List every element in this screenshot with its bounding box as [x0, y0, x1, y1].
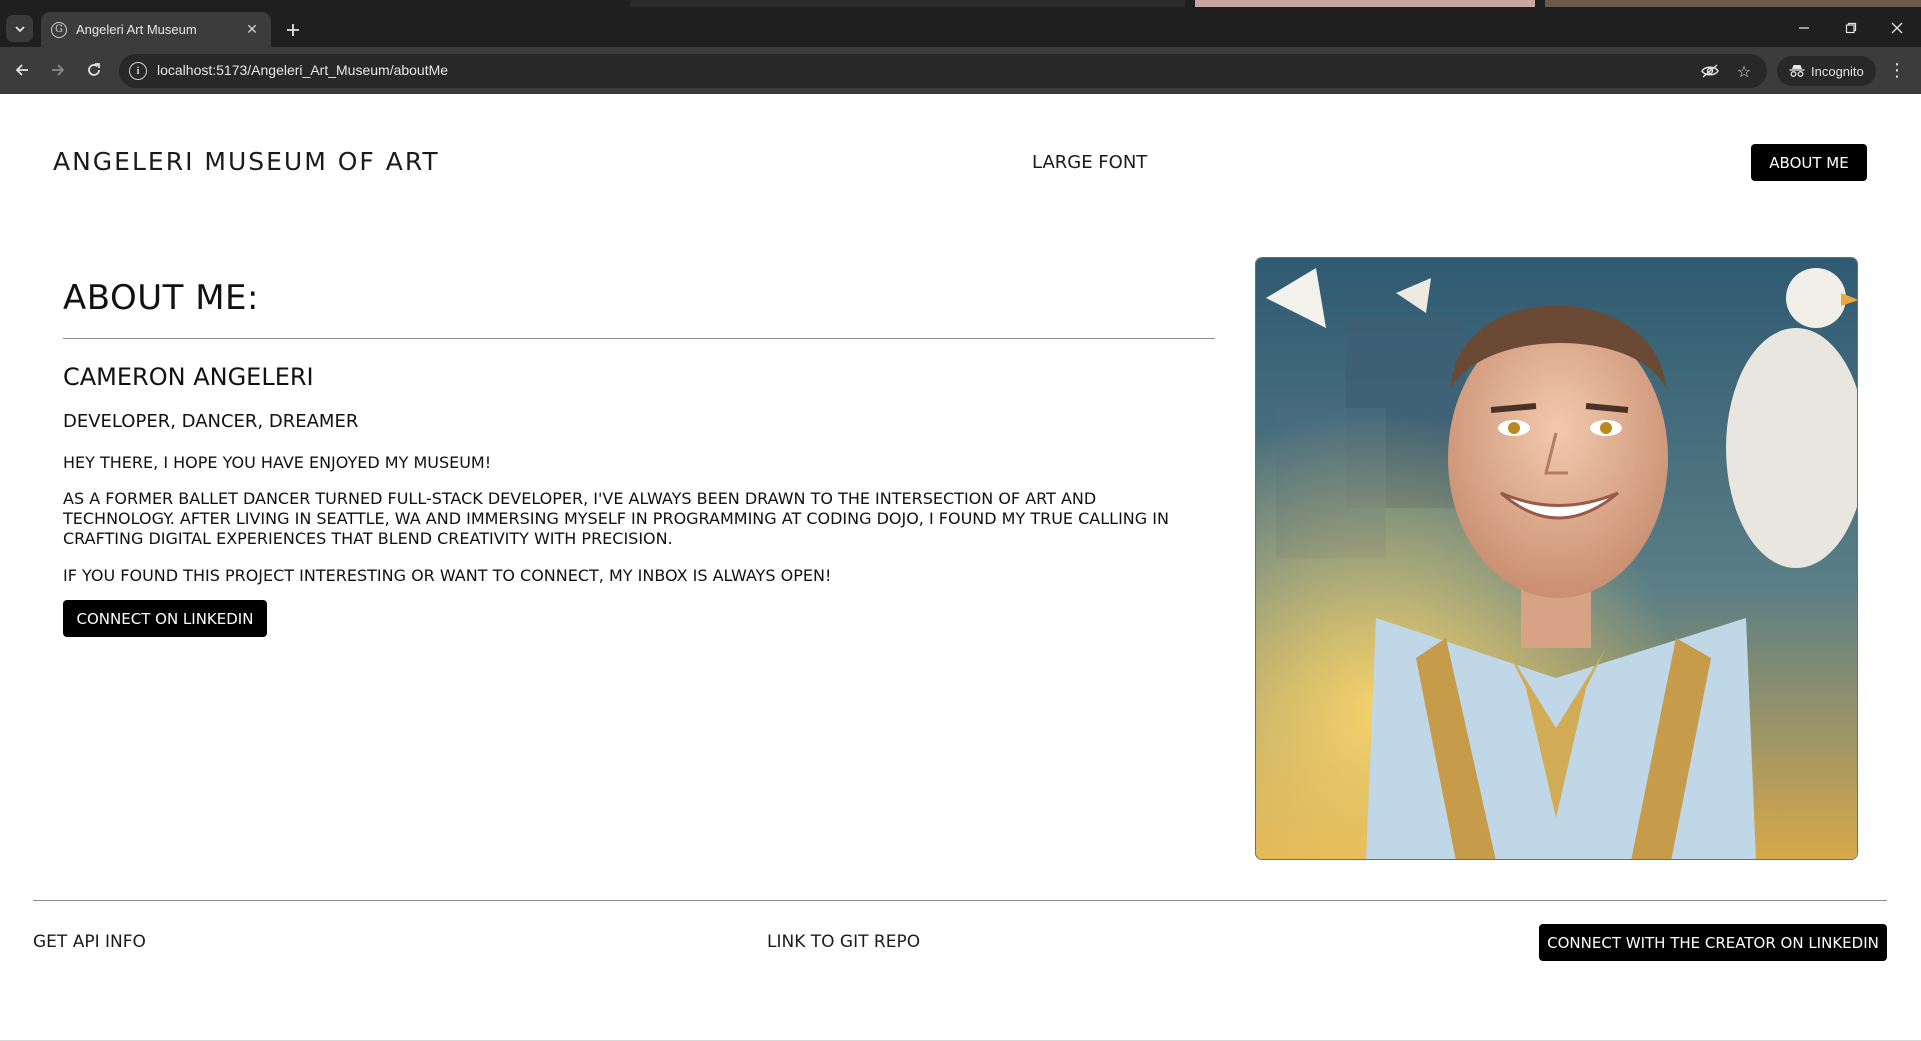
page-title: ABOUT ME:	[63, 278, 259, 318]
tab-bar: G Angeleri Art Museum ✕	[0, 7, 1921, 47]
minimize-button[interactable]	[1784, 17, 1824, 39]
favicon-icon: G	[51, 21, 67, 38]
tagline: DEVELOPER, DANCER, DREAMER	[63, 411, 359, 432]
divider	[63, 338, 1215, 339]
about-me-button[interactable]: ABOUT ME	[1751, 144, 1867, 181]
portrait-illustration	[1256, 258, 1857, 859]
api-info-link[interactable]: GET API INFO	[33, 932, 146, 952]
connect-text: IF YOU FOUND THIS PROJECT INTERESTING OR…	[63, 566, 832, 585]
strip-thumbnail	[1545, 0, 1921, 7]
new-tab-button[interactable]	[282, 19, 304, 41]
arrow-right-icon	[52, 64, 65, 76]
browser-toolbar: i localhost:5173/Angeleri_Art_Museum/abo…	[0, 47, 1921, 94]
info-icon[interactable]: i	[129, 62, 147, 80]
back-button[interactable]	[9, 57, 35, 83]
greeting-text: HEY THERE, I HOPE YOU HAVE ENJOYED MY MU…	[63, 453, 492, 472]
author-name: CAMERON ANGELERI	[63, 363, 314, 391]
creator-linkedin-button[interactable]: CONNECT WITH THE CREATOR ON LINKEDIN	[1539, 924, 1887, 961]
tab-search-button[interactable]	[6, 15, 33, 42]
strip-thumbnail	[630, 0, 1185, 7]
tab-title: Angeleri Art Museum	[76, 22, 197, 37]
reload-button[interactable]	[81, 57, 107, 83]
plus-icon	[287, 24, 299, 36]
close-icon	[1891, 22, 1903, 34]
profile-portrait	[1255, 257, 1858, 860]
url-text[interactable]: localhost:5173/Angeleri_Art_Museum/about…	[157, 62, 448, 78]
more-vertical-icon[interactable]: ⋮	[1886, 57, 1908, 83]
site-title[interactable]: ANGELERI MUSEUM OF ART	[53, 147, 440, 176]
address-bar[interactable]: i localhost:5173/Angeleri_Art_Museum/abo…	[119, 54, 1767, 88]
arrow-left-icon	[15, 64, 28, 76]
window-top-strip	[0, 0, 1921, 7]
forward-button[interactable]	[45, 57, 71, 83]
site-header: ANGELERI MUSEUM OF ART LARGE FONT ABOUT …	[0, 94, 1921, 234]
star-icon[interactable]: ☆	[1733, 61, 1755, 81]
strip-thumbnail	[1195, 0, 1535, 7]
tab-active[interactable]: G Angeleri Art Museum ✕	[41, 12, 271, 47]
large-font-toggle[interactable]: LARGE FONT	[1032, 152, 1147, 173]
restore-icon	[1845, 22, 1857, 34]
connect-linkedin-button[interactable]: CONNECT ON LINKEDIN	[63, 600, 267, 637]
close-window-button[interactable]	[1877, 17, 1917, 39]
git-repo-link[interactable]: LINK TO GIT REPO	[767, 932, 920, 952]
footer-divider	[33, 900, 1887, 901]
chevron-down-icon	[14, 25, 25, 32]
reload-icon	[88, 63, 100, 76]
close-icon[interactable]: ✕	[243, 22, 261, 38]
eye-off-icon[interactable]	[1699, 61, 1721, 81]
incognito-icon	[1789, 65, 1805, 77]
minimize-icon	[1799, 27, 1809, 29]
restore-button[interactable]	[1831, 17, 1871, 39]
page-content: ANGELERI MUSEUM OF ART LARGE FONT ABOUT …	[0, 94, 1921, 1041]
incognito-badge[interactable]: Incognito	[1777, 56, 1876, 86]
incognito-label: Incognito	[1811, 63, 1864, 79]
bio-text: AS A FORMER BALLET DANCER TURNED FULL-ST…	[63, 489, 1169, 548]
